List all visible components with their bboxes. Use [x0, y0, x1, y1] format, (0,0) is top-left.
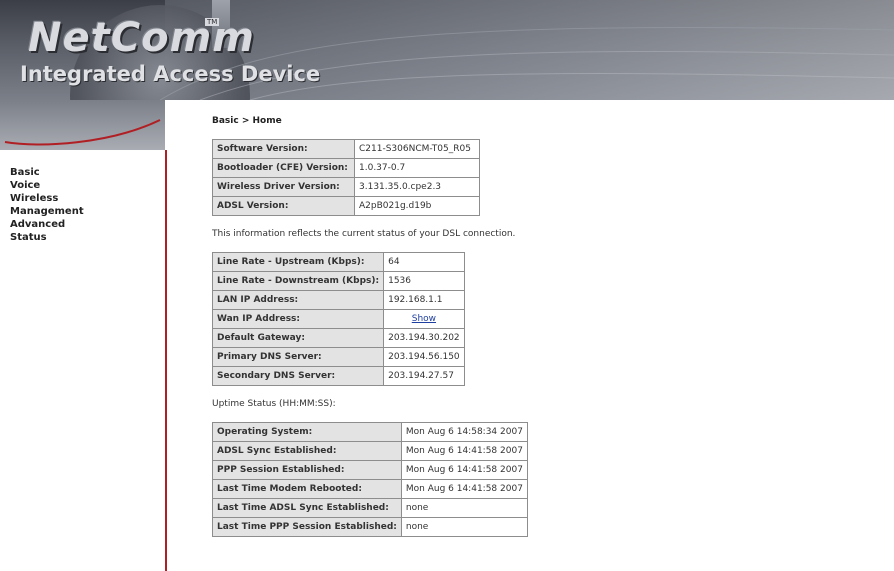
- table-value: 64: [383, 252, 465, 272]
- table-label: Last Time ADSL Sync Established:: [212, 498, 402, 518]
- table-label: Wireless Driver Version:: [212, 177, 355, 197]
- sidebar-item-voice[interactable]: Voice: [10, 179, 84, 192]
- table-row: Wireless Driver Version: 3.131.35.0.cpe2…: [212, 177, 480, 197]
- table-row: Last Time PPP Session Established: none: [212, 517, 528, 537]
- table-row: Operating System: Mon Aug 6 14:58:34 200…: [212, 422, 528, 442]
- table-value: Mon Aug 6 14:41:58 2007: [400, 479, 528, 499]
- product-title: Integrated Access Device: [20, 62, 321, 86]
- table-label: Line Rate - Downstream (Kbps):: [211, 271, 385, 291]
- table-label: Wan IP Address:: [211, 309, 385, 329]
- table-label: PPP Session Established:: [212, 460, 402, 480]
- dsl-status-description: This information reflects the current st…: [212, 229, 516, 239]
- table-row: Bootloader (CFE) Version: 1.0.37-0.7: [212, 158, 480, 178]
- breadcrumb: Basic > Home: [212, 116, 282, 126]
- table-value: Mon Aug 6 14:58:34 2007: [400, 422, 528, 442]
- sidebar-nav: Basic Voice Wireless Management Advanced…: [10, 166, 84, 244]
- table-value: 1536: [383, 271, 465, 291]
- table-value: 3.131.35.0.cpe2.3: [354, 177, 480, 197]
- table-row: ADSL Version: A2pB021g.d19b: [212, 196, 480, 216]
- table-label: Secondary DNS Server:: [211, 366, 385, 386]
- sidebar-header-graphic: [0, 100, 165, 150]
- table-label: Operating System:: [212, 422, 402, 442]
- table-label: Default Gateway:: [211, 328, 385, 348]
- table-label: Bootloader (CFE) Version:: [212, 158, 355, 178]
- table-value: Mon Aug 6 14:41:58 2007: [400, 441, 528, 461]
- show-wan-ip-link[interactable]: Show: [412, 314, 436, 324]
- table-label: Line Rate - Upstream (Kbps):: [211, 252, 385, 272]
- table-row: Default Gateway: 203.194.30.202: [211, 328, 465, 348]
- table-label: Last Time Modem Rebooted:: [212, 479, 402, 499]
- table-row: LAN IP Address: 192.168.1.1: [211, 290, 465, 310]
- sidebar-item-basic[interactable]: Basic: [10, 166, 84, 179]
- trademark-mark: TM: [205, 18, 220, 26]
- table-value: 203.194.30.202: [383, 328, 465, 348]
- sidebar-item-advanced[interactable]: Advanced: [10, 218, 84, 231]
- table-label: ADSL Sync Established:: [212, 441, 402, 461]
- red-swoosh-graphic: [4, 119, 161, 146]
- table-row: Wan IP Address: Show: [211, 309, 465, 329]
- version-table: Software Version: C211-S306NCM-T05_R05 B…: [212, 139, 480, 216]
- table-value: A2pB021g.d19b: [354, 196, 480, 216]
- uptime-table: Operating System: Mon Aug 6 14:58:34 200…: [212, 422, 528, 537]
- table-row: Last Time Modem Rebooted: Mon Aug 6 14:4…: [212, 479, 528, 499]
- main-content: Basic > Home Software Version: C211-S306…: [211, 116, 872, 537]
- table-value: 1.0.37-0.7: [354, 158, 480, 178]
- dsl-status-table: Line Rate - Upstream (Kbps): 64 Line Rat…: [211, 252, 465, 386]
- table-row: Line Rate - Upstream (Kbps): 64: [211, 252, 465, 272]
- table-value: 203.194.56.150: [383, 347, 465, 367]
- table-row: ADSL Sync Established: Mon Aug 6 14:41:5…: [212, 441, 528, 461]
- brand-logo: NetComm: [28, 15, 255, 61]
- uptime-status-label: Uptime Status (HH:MM:SS):: [212, 399, 336, 409]
- table-label: Last Time PPP Session Established:: [212, 517, 402, 537]
- sidebar-item-status[interactable]: Status: [10, 231, 84, 244]
- table-value: C211-S306NCM-T05_R05: [354, 139, 480, 159]
- table-value: Show: [383, 309, 465, 329]
- table-label: ADSL Version:: [212, 196, 355, 216]
- table-value: 192.168.1.1: [383, 290, 465, 310]
- table-row: PPP Session Established: Mon Aug 6 14:41…: [212, 460, 528, 480]
- table-value: Mon Aug 6 14:41:58 2007: [400, 460, 528, 480]
- table-label: LAN IP Address:: [211, 290, 385, 310]
- table-row: Line Rate - Downstream (Kbps): 1536: [211, 271, 465, 291]
- table-value: none: [400, 517, 528, 537]
- sidebar-item-management[interactable]: Management: [10, 205, 84, 218]
- table-value: none: [400, 498, 528, 518]
- table-row: Primary DNS Server: 203.194.56.150: [211, 347, 465, 367]
- table-value: 203.194.27.57: [383, 366, 465, 386]
- table-row: Last Time ADSL Sync Established: none: [212, 498, 528, 518]
- header-banner: NetComm TM Integrated Access Device: [0, 0, 894, 100]
- table-row: Software Version: C211-S306NCM-T05_R05: [212, 139, 480, 159]
- table-label: Software Version:: [212, 139, 355, 159]
- sidebar-item-wireless[interactable]: Wireless: [10, 192, 84, 205]
- table-row: Secondary DNS Server: 203.194.27.57: [211, 366, 465, 386]
- table-label: Primary DNS Server:: [211, 347, 385, 367]
